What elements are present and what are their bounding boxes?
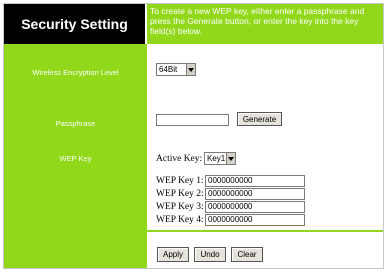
active-key-value: Key1 <box>207 154 226 163</box>
encryption-level-label: Wireless Encryption Level <box>32 68 119 77</box>
wep-key-label: WEP Key <box>59 154 92 163</box>
clear-button[interactable]: Clear <box>231 247 263 262</box>
active-key-select[interactable]: Key1 <box>204 152 236 165</box>
page-description: To create a new WEP key, either enter a … <box>147 4 383 44</box>
wep-key-3-input[interactable]: 0000000000 <box>205 201 305 213</box>
footer-label-cell <box>4 232 147 268</box>
chevron-down-icon <box>226 153 235 164</box>
wep-key-1-input[interactable]: 0000000000 <box>205 175 305 187</box>
page-title: Security Setting <box>21 16 128 32</box>
wep-key-3-label: WEP Key 3: <box>156 202 204 212</box>
encryption-level-select[interactable]: 64Bit <box>156 63 196 76</box>
security-setting-panel: Security Setting To create a new WEP key… <box>3 3 384 269</box>
footer-separator <box>147 230 383 232</box>
generate-button[interactable]: Generate <box>237 112 282 126</box>
active-key-label: Active Key: <box>156 154 203 164</box>
wep-key-2-input[interactable]: 0000000000 <box>205 188 305 200</box>
passphrase-input[interactable] <box>156 114 229 126</box>
apply-button[interactable]: Apply <box>157 247 189 262</box>
chevron-down-icon <box>186 64 195 75</box>
wep-key-1-label: WEP Key 1: <box>156 176 204 186</box>
wep-key-2-label: WEP Key 2: <box>156 189 204 199</box>
title-box: Security Setting <box>4 4 147 44</box>
wep-key-4-label: WEP Key 4: <box>156 215 204 225</box>
passphrase-label: Passphrase <box>55 119 96 128</box>
undo-button[interactable]: Undo <box>194 247 226 262</box>
encryption-level-value: 64Bit <box>159 65 178 74</box>
wep-key-4-input[interactable]: 0000000000 <box>205 214 305 226</box>
